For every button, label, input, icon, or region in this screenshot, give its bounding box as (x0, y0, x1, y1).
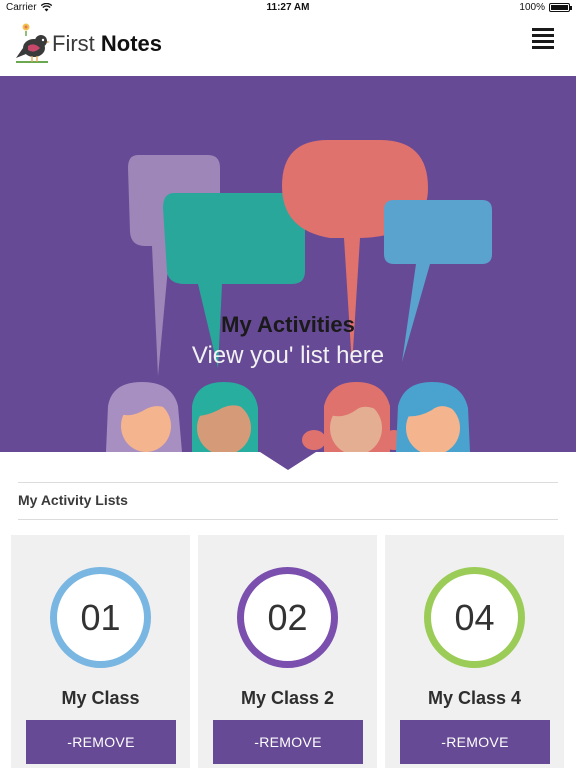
logo-word-first: First (52, 31, 95, 56)
status-right: 100% (519, 2, 572, 13)
remove-button[interactable]: -REMOVE (400, 720, 550, 764)
list-number-ring: 04 (424, 567, 525, 668)
list-number-ring: 01 (50, 567, 151, 668)
app-header: First Notes (0, 16, 576, 76)
hero-pointer (260, 452, 316, 470)
remove-button[interactable]: -REMOVE (26, 720, 176, 764)
list-number: 04 (454, 596, 495, 638)
activity-list-card[interactable]: 04 My Class 4 -REMOVE (385, 535, 564, 768)
battery-icon (549, 3, 572, 12)
hero-title: My Activities (221, 312, 355, 337)
list-name: My Class 2 (240, 688, 335, 708)
list-number: 01 (80, 596, 121, 638)
app-logo[interactable]: First Notes (14, 22, 162, 66)
activity-list-card[interactable]: 01 My Class -REMOVE (11, 535, 190, 768)
logo-wordmark: First Notes (52, 31, 162, 57)
list-name: My Class (61, 688, 140, 708)
activity-list-card[interactable]: 02 My Class 2 -REMOVE (198, 535, 377, 768)
battery-percent: 100% (519, 2, 545, 13)
remove-button[interactable]: -REMOVE (213, 720, 363, 764)
list-number: 02 (267, 596, 308, 638)
hero-subtitle: View you' list here (191, 342, 385, 369)
status-bar: Carrier 11:27 AM 100% (0, 0, 576, 16)
clock: 11:27 AM (266, 2, 310, 13)
hero-banner: My Activities View you' list here (0, 76, 576, 452)
logo-word-notes: Notes (100, 31, 163, 56)
hamburger-menu-icon[interactable] (532, 28, 554, 50)
bird-logo-icon (16, 23, 50, 63)
list-name: My Class 4 (427, 688, 522, 708)
speech-bubbles-illustration (106, 140, 492, 452)
section-divider-top (18, 482, 558, 483)
section-title: My Activity Lists (18, 492, 128, 508)
section-divider-bottom (18, 519, 558, 520)
list-number-ring: 02 (237, 567, 338, 668)
